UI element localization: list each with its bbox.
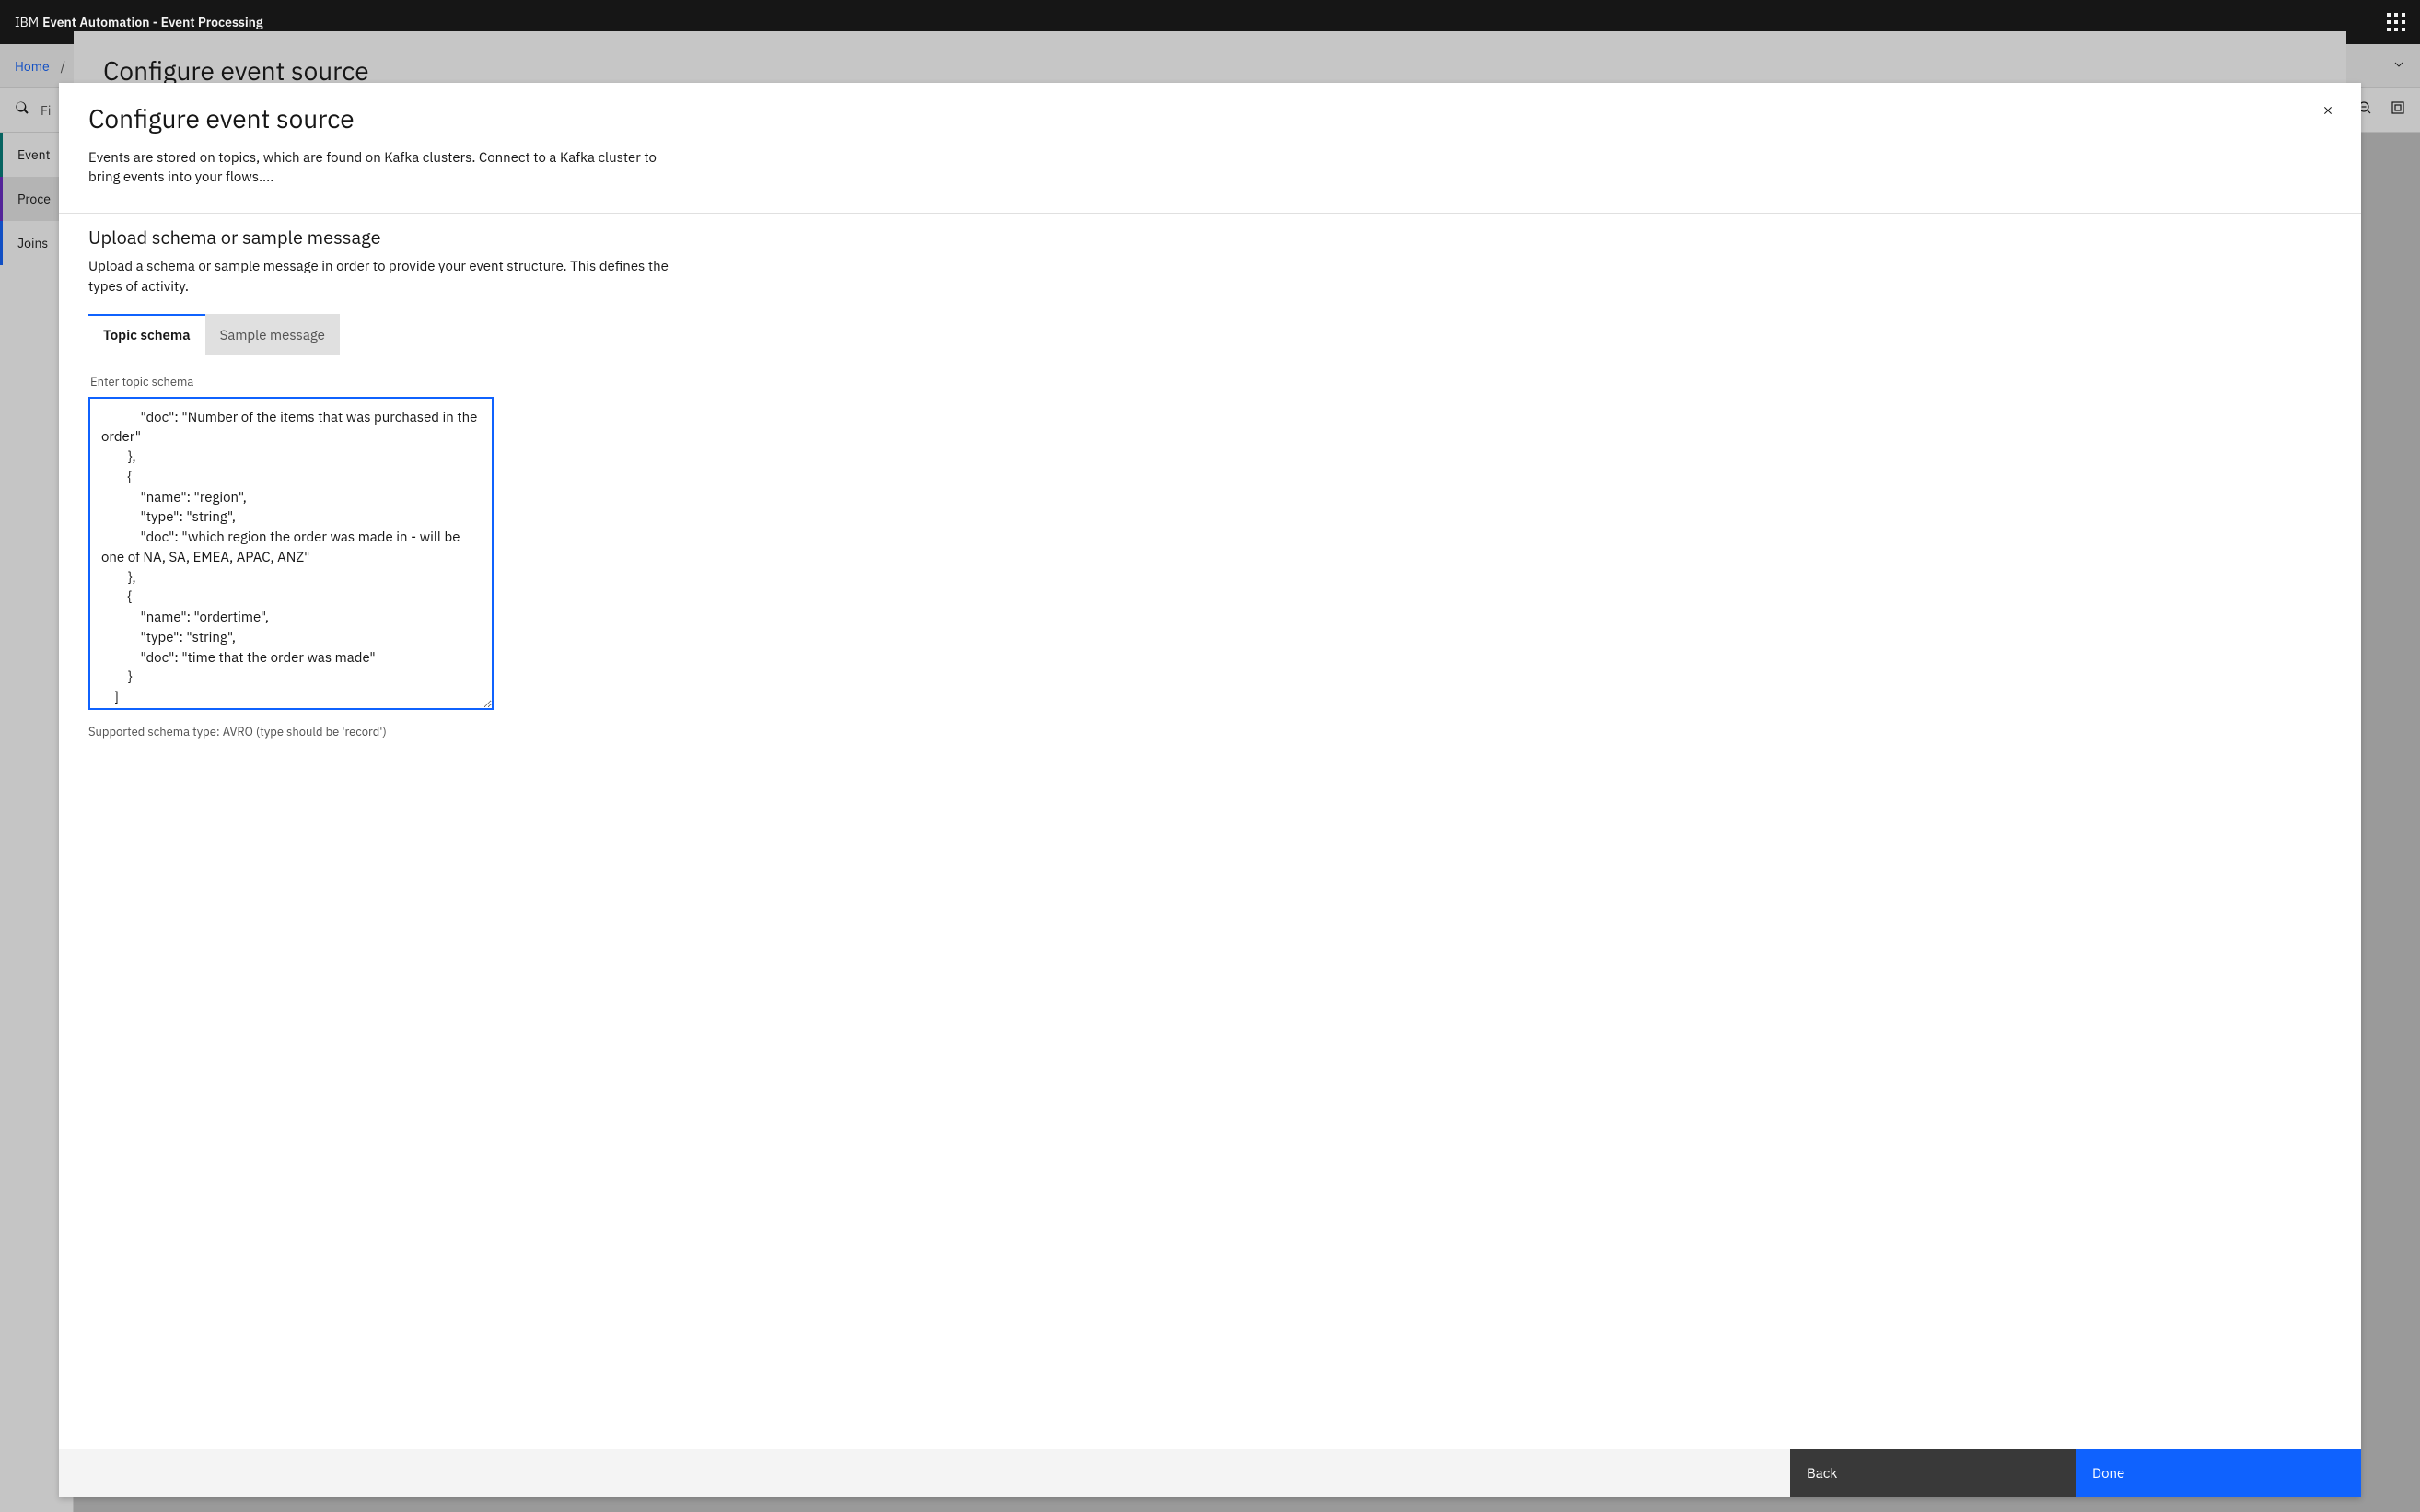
modal-title: Configure event source (88, 101, 2332, 135)
configure-event-source-modal: Configure event source Events are stored… (59, 83, 2361, 1497)
modal-footer: Back Done (59, 1449, 2361, 1497)
app-switcher-icon[interactable] (2387, 13, 2405, 31)
back-button[interactable]: Back (1790, 1449, 2076, 1497)
close-icon[interactable] (2317, 99, 2339, 122)
footer-spacer (59, 1449, 1790, 1497)
schema-field-label: Enter topic schema (90, 374, 748, 390)
schema-tabs: Topic schema Sample message (88, 314, 748, 355)
done-button[interactable]: Done (2076, 1449, 2361, 1497)
modal-description: Events are stored on topics, which are f… (88, 148, 678, 187)
section-description: Upload a schema or sample message in ord… (88, 257, 678, 297)
modal-header: Configure event source Events are stored… (59, 83, 2361, 214)
tab-sample-message[interactable]: Sample message (205, 314, 340, 355)
schema-helper-text: Supported schema type: AVRO (type should… (88, 724, 748, 739)
brand-name: Event Automation - Event Processing (42, 14, 262, 30)
modal-body: Upload schema or sample message Upload a… (59, 214, 2361, 1449)
tab-topic-schema[interactable]: Topic schema (88, 314, 205, 355)
section-title: Upload schema or sample message (88, 225, 748, 250)
brand-prefix: IBM (15, 14, 39, 30)
schema-textarea[interactable] (88, 397, 494, 710)
